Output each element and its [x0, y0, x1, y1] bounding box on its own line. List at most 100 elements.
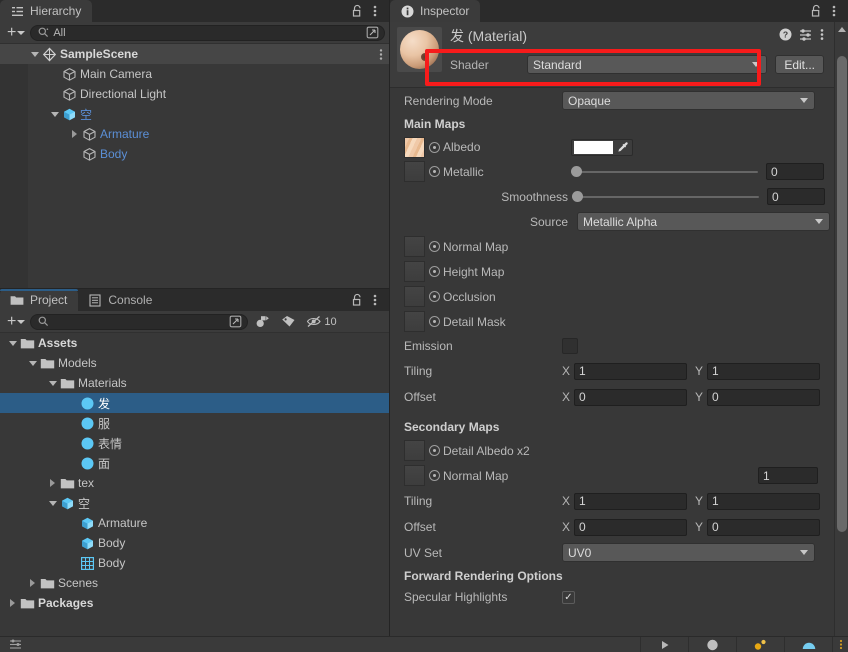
tab-hierarchy[interactable]: Hierarchy [0, 0, 93, 22]
create-asset-button[interactable]: + [4, 313, 28, 330]
search-by-type-icon[interactable] [250, 313, 274, 330]
twisty-toggle[interactable] [68, 130, 81, 138]
height-map-texture-slot[interactable] [404, 261, 425, 282]
hierarchy-search-input[interactable] [53, 26, 360, 39]
project-search-input[interactable] [53, 315, 224, 328]
kebab-menu-icon[interactable] [820, 28, 824, 41]
hierarchy-row[interactable]: Armature [0, 124, 389, 144]
metallic-value-field[interactable]: 0 [766, 163, 824, 180]
preset-icon[interactable] [799, 28, 813, 41]
twisty-toggle[interactable] [48, 111, 61, 117]
twisty-toggle[interactable] [28, 51, 41, 57]
secondary-offset-x-field[interactable]: 0 [574, 518, 687, 536]
project-row[interactable]: tex [0, 473, 389, 493]
lock-open-icon[interactable] [349, 292, 365, 308]
project-row[interactable]: Armature [0, 513, 389, 533]
twisty-toggle[interactable] [26, 579, 39, 587]
detail-mask-toggle-icon[interactable] [429, 316, 440, 327]
detail-albedo-texture-slot[interactable] [404, 440, 425, 461]
specular-highlights-checkbox[interactable]: ✓ [562, 590, 575, 604]
detail-mask-texture-slot[interactable] [404, 311, 425, 332]
source-dropdown[interactable]: Metallic Alpha [577, 212, 830, 231]
edit-shader-button[interactable]: Edit... [775, 55, 824, 74]
detail-albedo-toggle-icon[interactable] [429, 445, 440, 456]
project-row[interactable]: 发 [0, 393, 389, 413]
main-tiling-x-field[interactable]: 1 [574, 362, 687, 380]
project-row[interactable]: 面 [0, 453, 389, 473]
secondary-normal-texture-slot[interactable] [404, 465, 425, 486]
create-gameobject-button[interactable]: + [4, 24, 28, 41]
occlusion-texture-slot[interactable] [404, 286, 425, 307]
help-icon[interactable]: ? [779, 28, 792, 41]
smoothness-slider[interactable] [572, 188, 759, 205]
rendering-mode-dropdown[interactable]: Opaque [562, 91, 815, 110]
twisty-toggle[interactable] [46, 479, 59, 487]
secondary-tiling-x-field[interactable]: 1 [574, 492, 687, 510]
emission-checkbox[interactable] [562, 338, 578, 354]
project-row[interactable]: Models [0, 353, 389, 373]
expand-search-icon[interactable] [227, 314, 243, 329]
albedo-color-swatch[interactable] [574, 140, 614, 154]
project-tree[interactable]: Assets Models Materials 发服表情面 tex 空 Armature Bo… [0, 333, 389, 652]
metallic-slider[interactable] [571, 163, 758, 180]
project-row[interactable]: Body [0, 533, 389, 553]
twisty-toggle[interactable] [46, 500, 59, 506]
main-offset-y-field[interactable]: 0 [707, 388, 820, 406]
uv-set-dropdown[interactable]: UV0 [562, 543, 815, 562]
search-by-label-icon[interactable] [276, 313, 300, 330]
hierarchy-row[interactable]: Directional Light [0, 84, 389, 104]
hierarchy-row[interactable]: 空 [0, 104, 389, 124]
twisty-toggle[interactable] [6, 599, 19, 607]
project-row[interactable]: 空 [0, 493, 389, 513]
hierarchy-tree[interactable]: SampleScene Main Camera Directional Light 空… [0, 44, 389, 288]
kebab-menu-icon[interactable] [367, 3, 383, 19]
hierarchy-row[interactable]: Main Camera [0, 64, 389, 84]
smoothness-slider-knob[interactable] [572, 191, 583, 202]
twisty-toggle[interactable] [26, 360, 39, 366]
albedo-toggle-icon[interactable] [429, 141, 440, 153]
main-offset-x-field[interactable]: 0 [574, 388, 687, 406]
secondary-tiling-y-field[interactable]: 1 [707, 492, 820, 510]
smoothness-value-field[interactable]: 0 [767, 188, 825, 205]
tab-project[interactable]: Project [0, 289, 79, 311]
preview-settings-icon[interactable] [0, 639, 30, 650]
albedo-texture-slot[interactable] [404, 136, 425, 158]
lighting-preview-icon[interactable] [736, 636, 784, 652]
occlusion-toggle-icon[interactable] [429, 291, 440, 302]
project-row[interactable]: Scenes [0, 573, 389, 593]
metallic-texture-slot[interactable] [404, 161, 425, 182]
expand-search-icon[interactable] [364, 25, 380, 40]
play-preview-icon[interactable] [640, 636, 688, 652]
kebab-menu-icon[interactable] [379, 48, 383, 61]
tab-inspector[interactable]: Inspector [390, 0, 481, 22]
project-row[interactable]: 服 [0, 413, 389, 433]
lock-open-icon[interactable] [808, 3, 824, 19]
hidden-packages-toggle[interactable]: 10 [302, 313, 340, 330]
normal-map-toggle-icon[interactable] [429, 241, 440, 252]
metallic-slider-knob[interactable] [571, 166, 582, 177]
secondary-offset-y-field[interactable]: 0 [707, 518, 820, 536]
twisty-toggle[interactable] [6, 340, 19, 346]
kebab-menu-icon[interactable] [826, 3, 842, 19]
albedo-color-field[interactable] [571, 138, 633, 156]
inspector-scrollbar[interactable] [834, 22, 848, 652]
project-row[interactable]: Body [0, 553, 389, 573]
secondary-normal-value-field[interactable]: 1 [758, 467, 818, 484]
project-row[interactable]: Materials [0, 373, 389, 393]
lock-open-icon[interactable] [349, 3, 365, 19]
sphere-preview-icon[interactable] [688, 636, 736, 652]
hierarchy-search-field[interactable] [30, 24, 385, 41]
project-search-field[interactable] [30, 313, 249, 330]
shader-dropdown[interactable]: Standard [527, 55, 768, 74]
project-row[interactable]: 表情 [0, 433, 389, 453]
hierarchy-row[interactable]: Body [0, 144, 389, 164]
metallic-toggle-icon[interactable] [429, 166, 440, 177]
scroll-up-arrow[interactable] [838, 27, 846, 32]
skybox-preview-icon[interactable] [784, 636, 832, 652]
scrollbar-thumb[interactable] [837, 56, 847, 532]
normal-map-texture-slot[interactable] [404, 236, 425, 257]
more-preview-icon[interactable] [832, 636, 848, 652]
twisty-toggle[interactable] [46, 380, 59, 386]
eyedropper-icon[interactable] [615, 141, 632, 154]
hierarchy-row[interactable]: SampleScene [0, 44, 389, 64]
